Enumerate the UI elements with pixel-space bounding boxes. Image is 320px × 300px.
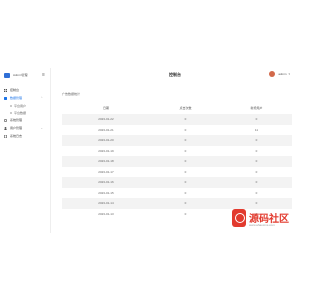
cell-clicks: 0 (149, 166, 221, 177)
menu-toggle-icon[interactable]: ≡ (42, 72, 48, 78)
sidebar-item-dashboard[interactable]: 控制台 (0, 86, 50, 94)
cell-clicks: 0 (149, 156, 221, 167)
cell-clicks: 0 (149, 145, 221, 156)
brand-name: Admin管理 (13, 73, 28, 77)
chevron-down-icon: ▾ (288, 72, 290, 76)
database-icon (4, 96, 7, 100)
bullet-icon (10, 111, 12, 114)
sidebar: Admin管理 控制台 数据管理 ⌃ 平台用户 平台数据 系统管理 用户管理 ⌄… (0, 68, 51, 233)
sidebar-item-label: 系统管理 (10, 118, 23, 122)
cell-new-users: 11 (220, 124, 292, 135)
chevron-up-icon: ⌃ (40, 96, 43, 100)
bullet-icon (10, 104, 12, 107)
top-header: ≡ 控制台 admin ▾ (42, 68, 300, 82)
column-header-date: 日期 (102, 106, 109, 110)
sidebar-item-logs[interactable]: 系统日志 (0, 132, 50, 140)
watermark-url: www.ahaocms.com (249, 223, 275, 227)
cell-clicks: 0 (149, 208, 221, 219)
sidebar-subitem-label: 平台数据 (14, 110, 27, 115)
sidebar-menu: 控制台 数据管理 ⌃ 平台用户 平台数据 系统管理 用户管理 ⌄ 系统日志 (0, 86, 50, 140)
table-row: 2023-01-22 0 0 (62, 114, 292, 125)
log-icon (4, 134, 7, 138)
cell-date: 2023-01-17 (62, 166, 150, 177)
cell-clicks: 0 (149, 135, 221, 146)
user-icon (4, 126, 7, 130)
avatar[interactable] (269, 71, 276, 77)
table-header-row: 日期 点击次数 新增用户 (62, 102, 292, 114)
cell-date: 2023-01-14 (62, 198, 150, 209)
sidebar-item-label: 系统日志 (10, 134, 23, 138)
user-menu[interactable]: admin ▾ (269, 71, 290, 77)
cell-date: 2023-01-16 (62, 177, 150, 188)
cell-new-users: 0 (220, 177, 292, 188)
table-row: 2023-01-21 0 11 (62, 124, 292, 135)
cell-new-users: 0 (220, 187, 292, 198)
logo-icon (4, 72, 10, 78)
cell-date: 2023-01-19 (62, 145, 150, 156)
sidebar-item-label: 数据管理 (10, 96, 23, 100)
cell-date: 2023-01-18 (62, 156, 150, 167)
cell-clicks: 0 (149, 177, 221, 188)
table-row: 2023-01-15 0 0 (62, 187, 292, 198)
stats-table: 日期 点击次数 新增用户 2023-01-22 0 0 2023-01-21 0… (62, 102, 292, 219)
page-title: 控制台 (169, 72, 181, 77)
sidebar-item-label: 用户管理 (10, 126, 23, 130)
watermark: 源码社区 www.ahaocms.com (232, 206, 294, 234)
sidebar-item-user-management[interactable]: 用户管理 ⌄ (0, 124, 50, 132)
cell-clicks: 0 (149, 124, 221, 135)
sidebar-subitem-users[interactable]: 平台用户 (0, 102, 50, 109)
cell-clicks: 0 (149, 114, 221, 125)
settings-icon (4, 118, 7, 122)
cell-clicks: 0 (149, 198, 221, 209)
table-row: 2023-01-19 0 0 (62, 145, 292, 156)
cell-new-users: 0 (220, 166, 292, 177)
cell-date: 2023-01-21 (62, 124, 150, 135)
table-row: 2023-01-16 0 0 (62, 177, 292, 188)
cell-date: 2023-01-20 (62, 135, 150, 146)
sidebar-item-label: 控制台 (10, 88, 20, 92)
cell-new-users: 0 (220, 145, 292, 156)
sidebar-subitem-data[interactable]: 平台数据 (0, 109, 50, 116)
watermark-seal-icon (232, 209, 246, 227)
cell-new-users: 0 (220, 135, 292, 146)
cell-date: 2023-01-15 (62, 187, 150, 198)
sidebar-item-system[interactable]: 系统管理 (0, 116, 50, 124)
chevron-down-icon: ⌄ (40, 126, 43, 130)
cell-new-users: 0 (220, 114, 292, 125)
cell-date: 2023-01-22 (62, 114, 150, 125)
table-row: 2023-01-17 0 0 (62, 166, 292, 177)
section-title: 广告数据统计 (62, 92, 81, 96)
dashboard-icon (4, 88, 7, 92)
column-header-new-users: 新增用户 (250, 106, 263, 110)
column-header-clicks: 点击次数 (179, 106, 192, 110)
cell-clicks: 0 (149, 187, 221, 198)
table-row: 2023-01-18 0 0 (62, 156, 292, 167)
user-name: admin (278, 72, 287, 76)
table-row: 2023-01-20 0 0 (62, 135, 292, 146)
sidebar-subitem-label: 平台用户 (14, 103, 27, 108)
cell-new-users: 0 (220, 156, 292, 167)
sidebar-item-data[interactable]: 数据管理 ⌃ (0, 94, 50, 102)
cell-date: 2023-01-13 (62, 208, 150, 219)
